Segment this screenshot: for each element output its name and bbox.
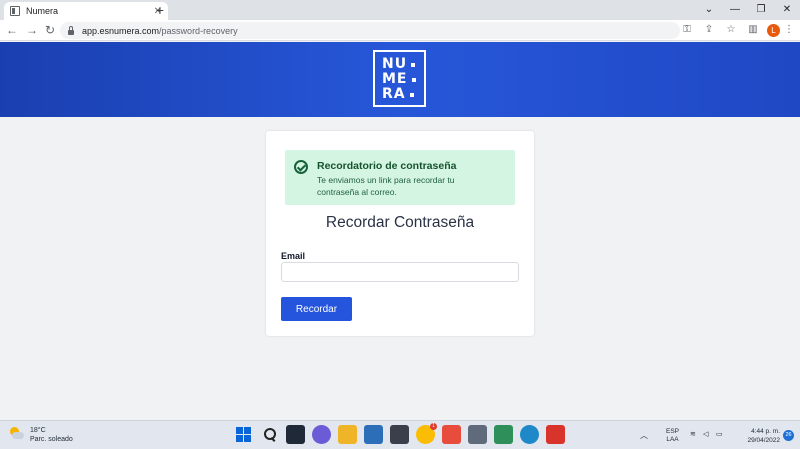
numera-logo: NU ME RA <box>373 50 426 107</box>
star-icon[interactable]: ☆ <box>723 22 739 38</box>
share-icon[interactable]: ⇪ <box>701 22 717 38</box>
password-recovery-card: Recordatorio de contraseña Te enviamos u… <box>266 131 534 336</box>
logo-row-2: ME <box>382 72 424 87</box>
alert-title: Recordatorio de contraseña <box>317 160 457 172</box>
snipping-tool-icon[interactable] <box>442 425 461 444</box>
url-domain: app.esnumera.com <box>82 25 160 36</box>
recordar-button[interactable]: Recordar <box>281 297 352 321</box>
clock[interactable]: 4:44 p. m. 29/04/2022 <box>732 427 780 445</box>
browser-toolbar: ← → ↻ app.esnumera.com/password-recovery… <box>0 20 800 41</box>
alert-message: Te enviamos un link para recordar tu con… <box>317 175 455 197</box>
header-banner: NU ME RA <box>0 42 800 117</box>
back-icon[interactable]: ← <box>4 22 20 38</box>
taskbar-apps: 1 <box>234 423 565 446</box>
language-code: ESP <box>666 428 680 435</box>
tray-icons: ≋ ◁ ▭ <box>690 431 724 438</box>
lock-icon[interactable] <box>68 25 74 35</box>
weather-partly-sunny-icon[interactable] <box>9 427 24 441</box>
email-field[interactable] <box>281 262 519 282</box>
browser-tab[interactable]: Numera ✕ <box>4 2 168 20</box>
logo-dot <box>411 62 416 67</box>
store-icon[interactable] <box>364 425 383 444</box>
close-window-button[interactable]: ✕ <box>774 0 800 20</box>
forward-icon[interactable]: → <box>24 22 40 38</box>
edge-icon[interactable] <box>520 425 539 444</box>
reload-icon[interactable]: ↻ <box>42 22 58 38</box>
toolbar-actions: ⚿ ⇪ ☆ ▥ L <box>679 22 780 38</box>
logo-dot <box>411 77 416 82</box>
notification-badge[interactable]: 26 <box>783 430 794 441</box>
clock-time: 4:44 p. m. <box>751 428 780 435</box>
sidebar-icon[interactable]: ▥ <box>745 22 761 38</box>
chevron-up-icon[interactable]: ︿ <box>640 430 648 441</box>
keyboard-layout: LAA <box>666 436 679 443</box>
url-text: app.esnumera.com/password-recovery <box>82 26 238 36</box>
logo-text: NU <box>382 56 408 72</box>
logo-row-1: NU <box>382 57 424 72</box>
chat-icon[interactable] <box>312 425 331 444</box>
logo-dot <box>409 92 414 97</box>
browser-tabstrip: Numera ✕ + ⌄ — ❐ ✕ <box>0 0 800 20</box>
page-favicon-icon <box>10 6 20 16</box>
cloud-shape <box>12 432 24 439</box>
volume-icon[interactable]: ◁ <box>703 431 711 438</box>
address-bar[interactable]: app.esnumera.com/password-recovery <box>60 22 680 39</box>
tab-title: Numera <box>26 6 59 16</box>
wps-office-icon[interactable] <box>546 425 565 444</box>
start-menu-icon[interactable] <box>234 425 253 444</box>
new-tab-button[interactable]: + <box>152 2 168 18</box>
calculator-icon[interactable] <box>468 425 487 444</box>
windows-taskbar: 18°C Parc. soleado 1 ︿ ESP LAA ≋ ◁ ▭ 4:4… <box>0 420 800 449</box>
chrome-notification-badge: 1 <box>430 423 437 430</box>
restore-button[interactable]: ❐ <box>748 0 774 20</box>
success-alert: Recordatorio de contraseña Te enviamos u… <box>285 150 515 205</box>
spreadsheet-icon[interactable] <box>494 425 513 444</box>
logo-text: ME <box>382 71 408 87</box>
file-explorer-icon[interactable] <box>338 425 357 444</box>
menu-icon[interactable]: ⋮ <box>784 22 794 38</box>
url-path: /password-recovery <box>159 25 238 36</box>
chrome-icon[interactable]: 1 <box>416 423 437 444</box>
minimize-button[interactable]: — <box>722 0 748 20</box>
tab-search-icon[interactable]: ⌄ <box>696 0 722 20</box>
logo-text: RA <box>382 86 406 102</box>
email-label: Email <box>281 251 306 261</box>
terminal-icon[interactable] <box>390 425 409 444</box>
window-controls: ⌄ — ❐ ✕ <box>696 0 800 20</box>
profile-avatar[interactable]: L <box>767 23 780 37</box>
weather-description[interactable]: Parc. soleado <box>30 436 73 443</box>
key-icon[interactable]: ⚿ <box>679 22 695 38</box>
weather-temperature[interactable]: 18°C <box>30 427 46 434</box>
search-icon[interactable] <box>260 425 279 444</box>
task-view-icon[interactable] <box>286 425 305 444</box>
clock-date: 29/04/2022 <box>747 437 780 444</box>
language-indicator[interactable]: ESP LAA <box>666 428 679 444</box>
page-title: Recordar Contraseña <box>325 214 475 231</box>
logo-row-3: RA <box>382 87 424 102</box>
check-circle-icon <box>294 160 308 174</box>
battery-icon[interactable]: ▭ <box>716 431 724 438</box>
wifi-icon[interactable]: ≋ <box>690 431 698 438</box>
